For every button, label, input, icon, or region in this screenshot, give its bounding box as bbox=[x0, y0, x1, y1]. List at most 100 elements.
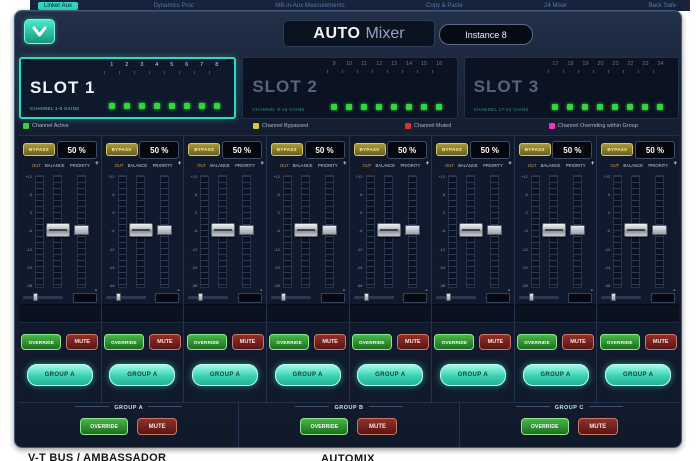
group-mute-button[interactable]: MUTE bbox=[578, 418, 618, 435]
slot-panel[interactable]: 12345678 SLOT 1 CHANNEL 1-8 GAINS bbox=[19, 57, 236, 119]
override-button[interactable]: OVERRIDE bbox=[517, 334, 557, 350]
mute-button[interactable]: MUTE bbox=[66, 334, 98, 350]
override-button[interactable]: OVERRIDE bbox=[352, 334, 392, 350]
mute-button[interactable]: MUTE bbox=[232, 334, 264, 350]
priority-slider-handle[interactable] bbox=[652, 225, 667, 235]
bypass-button[interactable]: BYPASS bbox=[271, 143, 303, 156]
mini-slider-track[interactable] bbox=[23, 296, 63, 299]
mini-slider-handle[interactable] bbox=[281, 293, 286, 301]
gain-value-display[interactable]: 50 % bbox=[57, 141, 97, 159]
instance-selector[interactable]: Instance 8 bbox=[439, 24, 533, 45]
slot-panel[interactable]: 910111213141516 SLOT 2 CHANNEL 9-16 GAIN… bbox=[242, 57, 457, 119]
group-name: GROUP A bbox=[114, 405, 143, 411]
fader-area: +1260-6-12-24-48 - bbox=[352, 173, 430, 290]
override-button[interactable]: OVERRIDE bbox=[434, 334, 474, 350]
priority-slider-handle[interactable] bbox=[405, 225, 420, 235]
balance-fader-handle[interactable] bbox=[542, 223, 566, 237]
priority-slider-handle[interactable] bbox=[570, 225, 585, 235]
mini-slider-track[interactable] bbox=[601, 296, 641, 299]
db-scale-label: -24 bbox=[21, 266, 33, 270]
override-button[interactable]: OVERRIDE bbox=[600, 334, 640, 350]
override-button[interactable]: OVERRIDE bbox=[104, 334, 144, 350]
host-tab[interactable]: Copy & Paste bbox=[420, 2, 469, 10]
db-scale-label: 0 bbox=[517, 211, 529, 215]
mute-button[interactable]: MUTE bbox=[397, 334, 429, 350]
group-mute-button[interactable]: MUTE bbox=[137, 418, 177, 435]
group-assign-button[interactable]: GROUP A bbox=[27, 364, 93, 386]
group-assign-button[interactable]: GROUP A bbox=[275, 364, 341, 386]
fader-area: +1260-6-12-24-48 - bbox=[599, 173, 677, 290]
override-button[interactable]: OVERRIDE bbox=[269, 334, 309, 350]
group-mute-button[interactable]: MUTE bbox=[357, 418, 397, 435]
bypass-button[interactable]: BYPASS bbox=[354, 143, 386, 156]
priority-slider-handle[interactable] bbox=[487, 225, 502, 235]
host-tab[interactable]: MB-in-Aux Measurements bbox=[269, 2, 350, 10]
mini-slider-track[interactable] bbox=[188, 296, 228, 299]
mini-slider-handle[interactable] bbox=[33, 293, 38, 301]
priority-slider-handle[interactable] bbox=[157, 225, 172, 235]
group-assign-button[interactable]: GROUP A bbox=[357, 364, 423, 386]
bypass-button[interactable]: BYPASS bbox=[519, 143, 551, 156]
group-override-button[interactable]: OVERRIDE bbox=[300, 418, 348, 435]
mute-button[interactable]: MUTE bbox=[314, 334, 346, 350]
balance-fader-handle[interactable] bbox=[377, 223, 401, 237]
balance-fader-handle[interactable] bbox=[624, 223, 648, 237]
host-tab[interactable]: Dynamics Proc bbox=[147, 2, 199, 10]
mini-slider-track[interactable] bbox=[354, 296, 394, 299]
priority-plus-label: + bbox=[95, 161, 99, 167]
chevron-down-icon bbox=[25, 31, 54, 46]
slot-panel[interactable]: 1718192021222324 SLOT 3 CHANNEL 17-24 GA… bbox=[464, 57, 679, 119]
mini-slider-handle[interactable] bbox=[116, 293, 121, 301]
group-assign-button[interactable]: GROUP A bbox=[440, 364, 506, 386]
host-tab[interactable]: Back Safe bbox=[643, 2, 682, 10]
balance-fader-handle[interactable] bbox=[211, 223, 235, 237]
mute-button[interactable]: MUTE bbox=[149, 334, 181, 350]
host-tab[interactable]: 24 Mixer bbox=[538, 2, 573, 10]
mute-button[interactable]: MUTE bbox=[562, 334, 594, 350]
host-tab[interactable]: Linker Aux bbox=[38, 2, 78, 10]
mini-slider-handle[interactable] bbox=[446, 293, 451, 301]
group-override-button[interactable]: OVERRIDE bbox=[521, 418, 569, 435]
gain-value-display[interactable]: 50 % bbox=[305, 141, 345, 159]
bypass-button[interactable]: BYPASS bbox=[23, 143, 55, 156]
group-assign-button[interactable]: GROUP A bbox=[192, 364, 258, 386]
channel-active-led bbox=[109, 103, 115, 109]
mini-slider-handle[interactable] bbox=[198, 293, 203, 301]
balance-fader-handle[interactable] bbox=[294, 223, 318, 237]
balance-fader-handle[interactable] bbox=[46, 223, 70, 237]
mini-slider-track[interactable] bbox=[106, 296, 146, 299]
priority-slider-handle[interactable] bbox=[322, 225, 337, 235]
gain-value-display[interactable]: 50 % bbox=[470, 141, 510, 159]
gain-value-display[interactable]: 50 % bbox=[635, 141, 675, 159]
priority-label: PRIORITY bbox=[566, 163, 586, 168]
mini-slider-track[interactable] bbox=[271, 296, 311, 299]
strip-mini-controls bbox=[23, 293, 97, 302]
mini-slider-handle[interactable] bbox=[364, 293, 369, 301]
gain-value-display[interactable]: 50 % bbox=[222, 141, 262, 159]
mini-slider-track[interactable] bbox=[519, 296, 559, 299]
collapse-button[interactable] bbox=[24, 19, 55, 44]
group-override-button[interactable]: OVERRIDE bbox=[80, 418, 128, 435]
mute-button[interactable]: MUTE bbox=[645, 334, 677, 350]
bypass-button[interactable]: BYPASS bbox=[106, 143, 138, 156]
group-assign-button[interactable]: GROUP A bbox=[605, 364, 671, 386]
override-button[interactable]: OVERRIDE bbox=[21, 334, 61, 350]
priority-slider-handle[interactable] bbox=[74, 225, 89, 235]
group-assign-button[interactable]: GROUP A bbox=[109, 364, 175, 386]
mute-button[interactable]: MUTE bbox=[479, 334, 511, 350]
bypass-button[interactable]: BYPASS bbox=[601, 143, 633, 156]
bypass-button[interactable]: BYPASS bbox=[188, 143, 220, 156]
mini-slider-handle[interactable] bbox=[529, 293, 534, 301]
mini-slider-handle[interactable] bbox=[611, 293, 616, 301]
gain-value-display[interactable]: 50 % bbox=[139, 141, 179, 159]
gain-value-display[interactable]: 50 % bbox=[387, 141, 427, 159]
bypass-button[interactable]: BYPASS bbox=[436, 143, 468, 156]
balance-fader-handle[interactable] bbox=[459, 223, 483, 237]
priority-slider-handle[interactable] bbox=[239, 225, 254, 235]
balance-fader-handle[interactable] bbox=[129, 223, 153, 237]
mini-slider-track[interactable] bbox=[436, 296, 476, 299]
channel-active-led bbox=[331, 104, 337, 110]
group-assign-button[interactable]: GROUP A bbox=[523, 364, 589, 386]
override-button[interactable]: OVERRIDE bbox=[187, 334, 227, 350]
gain-value-display[interactable]: 50 % bbox=[552, 141, 592, 159]
